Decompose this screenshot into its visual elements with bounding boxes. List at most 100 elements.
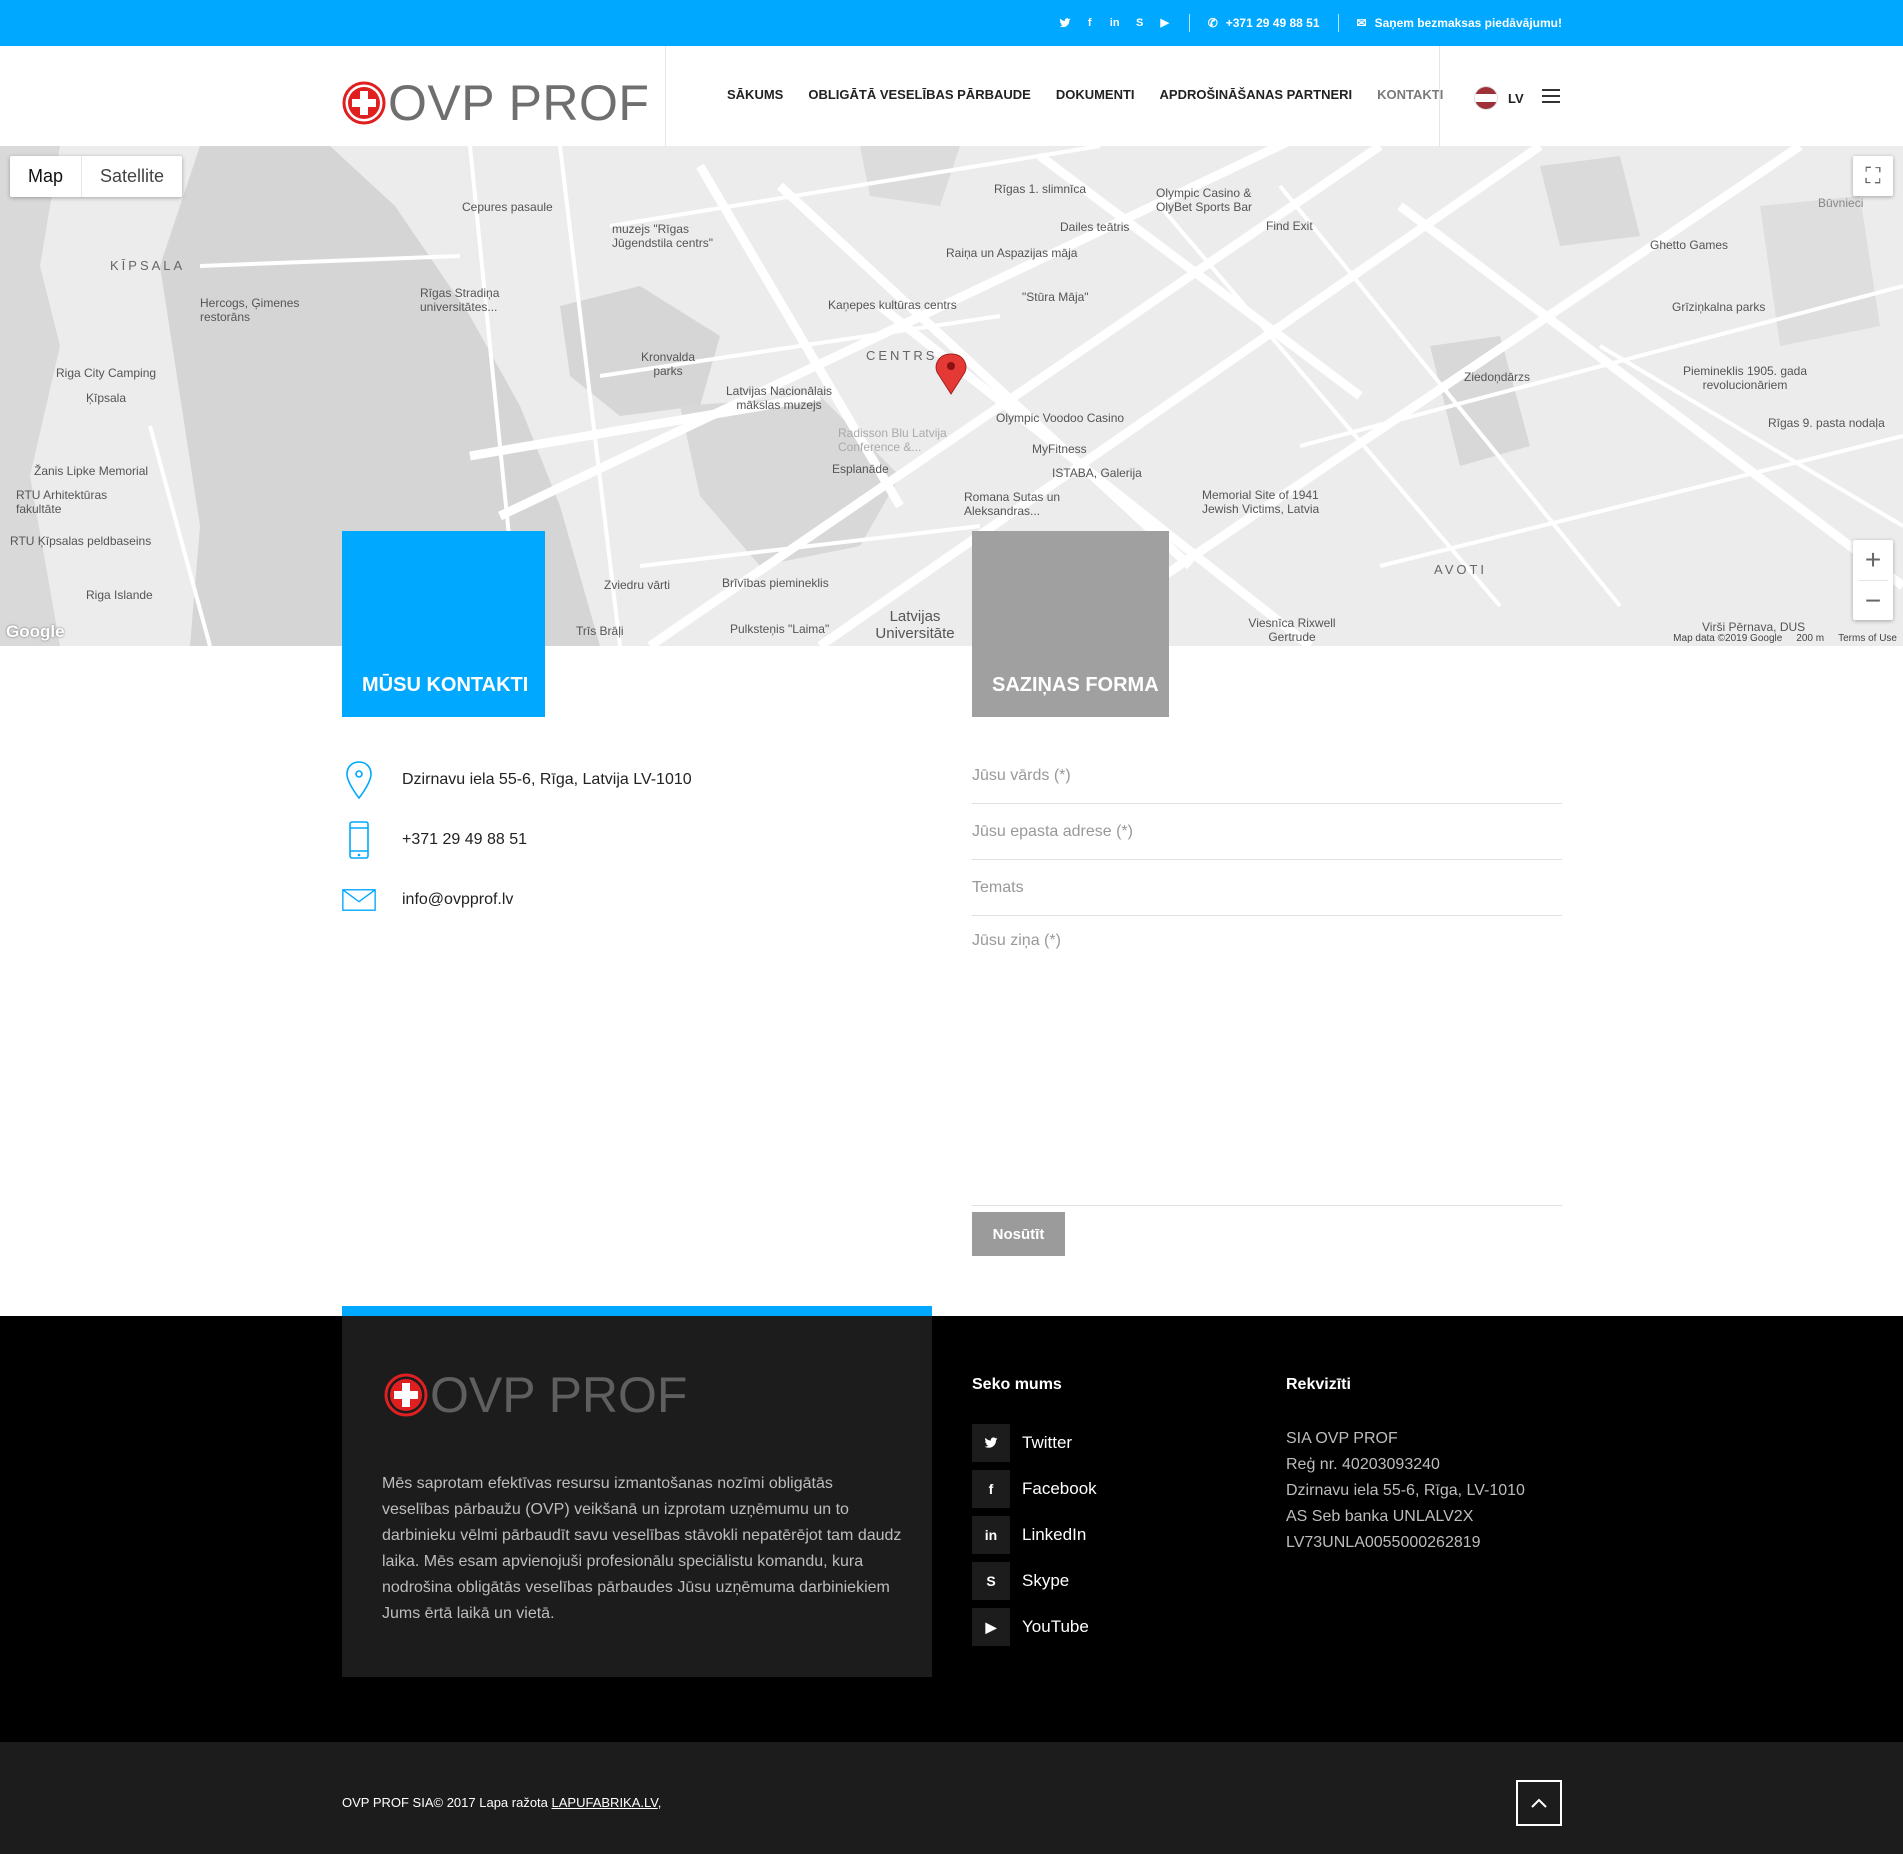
logo[interactable]: OVP PROF — [342, 74, 649, 132]
terms-link[interactable]: Terms of Use — [1838, 633, 1897, 644]
site-header: OVP PROF SĀKUMS OBLIGĀTĀ VESELĪBAS PĀRBA… — [0, 46, 1903, 146]
map-type-map-button[interactable]: Map — [10, 156, 83, 197]
map-label: RTU Ķīpsalas peldbaseins — [10, 534, 152, 548]
phone-icon: ✆ — [1207, 16, 1218, 30]
map-label: Rīgas 9. pasta nodaļa — [1768, 416, 1885, 430]
map-label: Pulksteņis "Laima" — [730, 622, 830, 636]
maker-link[interactable]: LAPUFABRIKA.LV — [552, 1795, 658, 1810]
footer-social-linkedin[interactable]: in LinkedIn — [972, 1516, 1097, 1554]
google-logo: Google — [6, 622, 65, 641]
map-label: Romana Sutas un Aleksandras... — [964, 490, 1061, 518]
facebook-icon[interactable]: f — [1084, 17, 1096, 29]
top-offer-link[interactable]: ✉ Saņem bezmaksas piedāvājumu! — [1357, 16, 1562, 30]
red-cross-icon — [342, 81, 386, 125]
map-label: Hercogs, Ģimenes restorāns — [200, 296, 300, 324]
google-map[interactable]: Cepures pasaule KĪPSALA Riga City Campin… — [0, 146, 1903, 646]
map-label: KĪPSALA — [110, 258, 186, 273]
form-heading-box: SAZIŅAS FORMA — [972, 531, 1169, 717]
latvia-flag-icon — [1474, 86, 1498, 110]
map-pin-icon — [342, 760, 376, 800]
email-field-wrap — [972, 804, 1562, 860]
map-label: Kronvalda parks — [640, 350, 696, 378]
contact-address: Dzirnavu iela 55-6, Rīga, Latvija LV-101… — [342, 760, 692, 800]
name-input[interactable] — [972, 766, 1562, 785]
map-label: Rīgas Stradiņa universitātes... — [420, 286, 500, 314]
map-label: Olympic Casino & OlyBet Sports Bar — [1156, 186, 1253, 214]
contact-email[interactable]: info@ovpprof.lv — [342, 880, 513, 920]
language-switcher[interactable]: LV — [1474, 86, 1524, 110]
youtube-icon[interactable]: ▶ — [1159, 17, 1171, 29]
map-label: RTU Arhitektūras fakultāte — [16, 488, 108, 516]
map-attribution: Map data ©2019 Google 200 m Terms of Use — [1673, 633, 1897, 644]
twitter-icon[interactable] — [1059, 17, 1071, 29]
contacts-heading-box: MŪSU KONTAKTI — [342, 531, 545, 717]
map-label: CENTRS — [866, 348, 938, 363]
map-label: Radisson Blu Latvija Conference &... — [838, 426, 947, 454]
map-label: muzejs "Rīgas Jūgendstila centrs" — [612, 222, 713, 250]
nav-obligata-parbaude[interactable]: OBLIGĀTĀ VESELĪBAS PĀRBAUDE — [808, 87, 1030, 102]
map-label: Memorial Site of 1941 Jewish Victims, La… — [1202, 488, 1320, 516]
footer-about-text: Mēs saprotam efektīvas resursu izmantoša… — [382, 1475, 902, 1622]
map-label: Dailes teātris — [1060, 220, 1130, 234]
form-title: SAZIŅAS FORMA — [992, 674, 1159, 696]
footer-logo[interactable]: OVP PROF — [384, 1366, 687, 1424]
linkedin-icon[interactable]: in — [1109, 17, 1121, 29]
main-nav: SĀKUMS OBLIGĀTĀ VESELĪBAS PĀRBAUDE DOKUM… — [727, 87, 1443, 102]
nav-kontakti[interactable]: KONTAKTI — [1377, 87, 1443, 102]
map-label: Cepures pasaule — [462, 200, 553, 214]
footer-social-twitter[interactable]: Twitter — [972, 1424, 1097, 1462]
linkedin-icon: in — [972, 1516, 1010, 1554]
subject-field-wrap — [972, 860, 1562, 916]
map-tiles — [0, 146, 1903, 646]
map-label: Latvijas Nacionālais mākslas muzejs — [725, 384, 833, 412]
top-social-icons: f in S ▶ — [1059, 17, 1171, 29]
map-label: Žanis Lipke Memorial — [34, 464, 149, 478]
footer-social-facebook[interactable]: f Facebook — [972, 1470, 1097, 1508]
message-textarea[interactable] — [972, 932, 1562, 1192]
zoom-out-button[interactable]: − — [1853, 581, 1893, 621]
twitter-icon — [972, 1424, 1010, 1462]
facebook-icon: f — [972, 1470, 1010, 1508]
map-label: Esplanāde — [832, 462, 889, 476]
top-bar: f in S ▶ ✆ +371 29 49 88 51 ✉ Saņem bezm… — [0, 0, 1903, 46]
map-type-satellite-button[interactable]: Satellite — [82, 156, 182, 197]
map-scale: 200 m — [1796, 633, 1825, 644]
chevron-up-icon — [1531, 1798, 1547, 1808]
subject-input[interactable] — [972, 878, 1562, 897]
map-label: Piemineklis 1905. gada revolucionāriem — [1682, 364, 1808, 392]
contacts-title: MŪSU KONTAKTI — [362, 674, 529, 696]
footer-social-skype[interactable]: S Skype — [972, 1562, 1097, 1600]
map-label: Brīvības piemineklis — [722, 576, 829, 590]
nav-sakums[interactable]: SĀKUMS — [727, 87, 783, 102]
top-divider — [1188, 14, 1190, 32]
hamburger-menu-icon[interactable] — [1542, 89, 1560, 107]
map-label: Kaņepes kultūras centrs — [828, 298, 957, 312]
map-label: Riga City Camping — [56, 366, 157, 380]
map-label: Trīs Brāļi — [576, 624, 624, 638]
email-input[interactable] — [972, 822, 1562, 841]
mobile-phone-icon — [342, 820, 376, 860]
submit-button[interactable]: Nosūtīt — [972, 1212, 1065, 1256]
zoom-control: + − — [1853, 540, 1893, 620]
envelope-icon — [342, 880, 376, 920]
footer-logo-text: OVP PROF — [430, 1367, 688, 1423]
top-phone[interactable]: ✆ +371 29 49 88 51 — [1208, 16, 1320, 30]
footer-social-youtube[interactable]: ▶ YouTube — [972, 1608, 1097, 1646]
back-to-top-button[interactable] — [1516, 1780, 1562, 1826]
map-label: Rīgas 1. slimnīca — [994, 182, 1087, 196]
header-divider — [665, 46, 666, 146]
map-label: Virši Pērnava, DUS — [1702, 620, 1806, 634]
bottom-bar — [0, 1742, 1903, 1854]
red-cross-icon — [384, 1373, 428, 1417]
map-label: Raiņa un Aspazijas māja — [946, 246, 1078, 260]
nav-partneri[interactable]: APDROŠINĀŠANAS PARTNERI — [1160, 87, 1353, 102]
zoom-in-button[interactable]: + — [1853, 540, 1893, 580]
fullscreen-icon[interactable]: ⛶ — [1853, 156, 1893, 196]
message-field-wrap — [972, 916, 1562, 1206]
skype-icon[interactable]: S — [1134, 17, 1146, 29]
contact-phone[interactable]: +371 29 49 88 51 — [342, 820, 527, 860]
map-type-control: Map Satellite — [10, 156, 183, 197]
map-label: ISTABA, Galerija — [1052, 466, 1142, 480]
nav-dokumenti[interactable]: DOKUMENTI — [1056, 87, 1135, 102]
contact-form — [972, 748, 1562, 1206]
